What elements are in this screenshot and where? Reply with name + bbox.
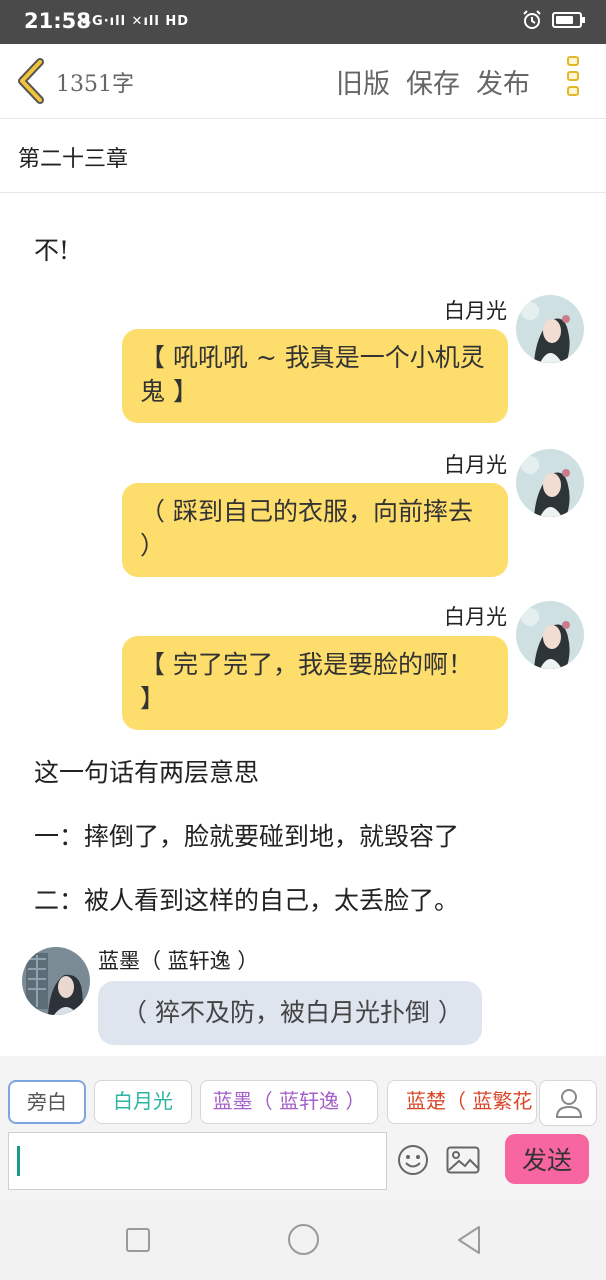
- speaker-name: 蓝墨（ 蓝轩逸 ）: [98, 949, 259, 973]
- dialogue-bubble-left[interactable]: （ 猝不及防，被白月光扑倒 ）: [98, 981, 482, 1045]
- avatar[interactable]: [516, 601, 584, 669]
- speaker-name: 白月光: [444, 453, 507, 477]
- save-button[interactable]: 保存: [406, 62, 460, 101]
- editor-header: 1351字 旧版 保存 发布: [0, 44, 606, 119]
- status-bar: 21:58 4G·ıll ✕ıll HD: [0, 0, 606, 44]
- narration-line: 不!: [34, 236, 70, 265]
- circle-icon[interactable]: [288, 1224, 319, 1255]
- dialogue-bubble-right[interactable]: 【 完了完了，我是要脸的啊！ 】: [122, 636, 508, 730]
- image-icon[interactable]: [446, 1146, 480, 1174]
- dialogue-bubble-right[interactable]: （ 踩到自己的衣服，向前摔去 ）: [122, 483, 508, 577]
- square-icon[interactable]: [126, 1228, 150, 1252]
- user-icon[interactable]: [539, 1080, 597, 1126]
- text-caret: [17, 1146, 20, 1176]
- role-selector: 旁白 白月光 蓝墨（ 蓝轩逸 ） 蓝楚（ 蓝繁花 ）: [0, 1056, 606, 1128]
- send-button[interactable]: 发送: [505, 1134, 589, 1184]
- more-vertical-icon[interactable]: [562, 56, 584, 108]
- triangle-back-icon[interactable]: [456, 1224, 482, 1256]
- narration-line[interactable]: 二：被人看到这样的自己，太丢脸了。: [34, 881, 459, 917]
- emoji-icon[interactable]: [397, 1144, 429, 1176]
- avatar[interactable]: [22, 947, 90, 1015]
- alarm-clock-icon: [523, 10, 541, 29]
- avatar[interactable]: [516, 449, 584, 517]
- speaker-name: 白月光: [444, 299, 507, 323]
- publish-button[interactable]: 发布: [476, 62, 530, 101]
- avatar-portrait-icon: [516, 601, 584, 669]
- composer: 发送: [0, 1128, 606, 1200]
- battery-level: [556, 16, 573, 24]
- role-chip-baiyueguang[interactable]: 白月光: [94, 1080, 192, 1124]
- status-time: 21:58: [24, 9, 91, 33]
- speaker-name: 白月光: [444, 605, 507, 629]
- role-chip-lanchu[interactable]: 蓝楚（ 蓝繁花 ）: [387, 1080, 537, 1124]
- narration-line[interactable]: 一：摔倒了，脸就要碰到地，就毁容了: [34, 817, 459, 853]
- battery-icon: [552, 12, 585, 28]
- narration-line[interactable]: 这一句话有两层意思: [34, 753, 259, 789]
- old-version-button[interactable]: 旧版: [336, 62, 390, 101]
- avatar-portrait-icon: [516, 295, 584, 363]
- avatar[interactable]: [516, 295, 584, 363]
- dialogue-bubble-right[interactable]: 【 吼吼吼 ~ 我真是一个小机灵鬼 】: [122, 329, 508, 423]
- user-glyph: [555, 1089, 583, 1118]
- role-chip-narrator[interactable]: 旁白: [8, 1080, 86, 1124]
- system-navigation-bar: [0, 1200, 606, 1280]
- network-indicator: 4G·ıll ✕ıll HD: [82, 14, 190, 29]
- avatar-portrait-icon: [22, 947, 90, 1015]
- role-chip-lanmo[interactable]: 蓝墨（ 蓝轩逸 ）: [200, 1080, 378, 1124]
- word-count: 1351字: [56, 72, 134, 97]
- chevron-left-icon[interactable]: [14, 58, 50, 104]
- avatar-portrait-icon: [516, 449, 584, 517]
- message-input[interactable]: [8, 1132, 387, 1190]
- story-content[interactable]: 不! 白月光 【 吼吼吼 ~ 我真是一个小机灵鬼 】 白月光 （ 踩到自己的衣服…: [0, 193, 606, 1055]
- chapter-header: 第二十三章: [0, 119, 606, 193]
- status-right: [522, 10, 585, 30]
- chapter-title[interactable]: 第二十三章: [18, 141, 128, 173]
